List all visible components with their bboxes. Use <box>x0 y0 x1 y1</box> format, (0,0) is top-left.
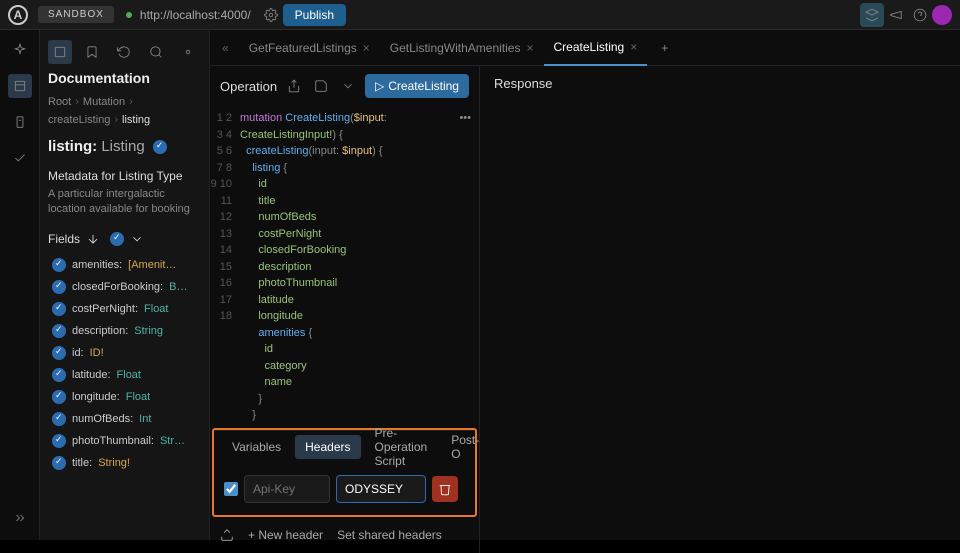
delete-header-button[interactable] <box>432 476 458 502</box>
gear-icon[interactable] <box>176 40 200 64</box>
field-check-icon[interactable] <box>52 412 66 426</box>
tab-CreateListing[interactable]: CreateListing× <box>544 30 648 66</box>
code-editor[interactable]: 1 2 3 4 5 6 7 8 9 10 11 12 13 14 15 16 1… <box>210 106 479 428</box>
apollo-logo: A <box>8 5 28 25</box>
field-check-icon[interactable] <box>52 434 66 448</box>
tabs-row: « GetFeaturedListings×GetListingWithAmen… <box>210 30 960 66</box>
header-value-input[interactable] <box>336 475 426 503</box>
announce-icon[interactable] <box>884 3 908 27</box>
publish-button[interactable]: Publish <box>283 4 346 26</box>
doc-view-icon[interactable] <box>48 40 72 64</box>
field-check-icon[interactable] <box>52 390 66 404</box>
fields-check-icon[interactable] <box>110 232 124 246</box>
new-tab-button[interactable]: + <box>651 41 678 55</box>
field-item[interactable]: photoThumbnail: Str… <box>48 430 201 452</box>
fields-heading: Fields <box>48 232 201 246</box>
metadata-heading: Metadata for Listing Type <box>48 169 201 183</box>
layers-icon[interactable] <box>860 3 884 27</box>
new-header-link[interactable]: + New header <box>248 528 323 542</box>
bottom-tab-pre-operation-script[interactable]: Pre-Operation Script <box>365 421 438 473</box>
editor-overflow-icon[interactable]: ••• <box>459 112 471 124</box>
share-icon[interactable] <box>283 74 304 98</box>
field-item[interactable]: title: String! <box>48 452 201 474</box>
field-item[interactable]: id: ID! <box>48 342 201 364</box>
field-check-icon[interactable] <box>52 324 66 338</box>
type-heading: listing: Listing <box>48 138 201 155</box>
close-tab-icon[interactable]: × <box>630 40 637 54</box>
help-icon[interactable] <box>908 3 932 27</box>
settings-icon[interactable] <box>259 3 283 27</box>
breadcrumb[interactable]: Root›Mutation› <box>48 96 201 108</box>
endpoint-url[interactable]: http://localhost:4000/ <box>140 8 251 22</box>
response-panel: Response <box>480 66 960 553</box>
operation-title: Operation <box>220 79 277 94</box>
field-item[interactable]: description: String <box>48 320 201 342</box>
import-icon[interactable] <box>220 528 234 542</box>
field-check-icon[interactable] <box>52 280 66 294</box>
metadata-description: A particular intergalactic location avai… <box>48 187 201 218</box>
response-heading: Response <box>494 76 946 91</box>
header-enabled-checkbox[interactable] <box>224 482 238 496</box>
field-item[interactable]: latitude: Float <box>48 364 201 386</box>
close-tab-icon[interactable]: × <box>363 41 370 55</box>
bookmark-icon[interactable] <box>80 40 104 64</box>
left-rail <box>0 30 40 540</box>
op-menu-icon[interactable] <box>338 74 359 98</box>
sort-icon[interactable] <box>86 232 100 246</box>
rail-check-icon[interactable] <box>8 146 32 170</box>
rail-collapse-icon[interactable] <box>8 506 32 530</box>
connection-status-dot <box>126 12 132 18</box>
field-check-icon[interactable] <box>52 456 66 470</box>
fields-list: amenities: [Amenit…closedForBooking: B…c… <box>48 254 201 474</box>
documentation-panel: Documentation Root›Mutation› createListi… <box>40 30 210 540</box>
set-shared-headers-link[interactable]: Set shared headers <box>337 528 442 542</box>
user-avatar[interactable] <box>932 5 952 25</box>
field-item[interactable]: longitude: Float <box>48 386 201 408</box>
headers-highlight-box: VariablesHeadersPre-Operation ScriptPost… <box>212 428 477 517</box>
bottom-actions: + New header Set shared headers <box>210 517 479 553</box>
field-check-icon[interactable] <box>52 302 66 316</box>
tab-GetListingWithAmenities[interactable]: GetListingWithAmenities× <box>380 30 544 66</box>
bottom-tabs: VariablesHeadersPre-Operation ScriptPost… <box>214 431 475 463</box>
rail-sparkle-icon[interactable] <box>8 38 32 62</box>
rail-diff-icon[interactable] <box>8 110 32 134</box>
field-item[interactable]: closedForBooking: B… <box>48 276 201 298</box>
top-bar: A SANDBOX http://localhost:4000/ Publish <box>0 0 960 30</box>
field-check-icon[interactable] <box>52 258 66 272</box>
rail-explorer-icon[interactable] <box>8 74 32 98</box>
tab-GetFeaturedListings[interactable]: GetFeaturedListings× <box>239 30 380 66</box>
field-item[interactable]: costPerNight: Float <box>48 298 201 320</box>
breadcrumb-2[interactable]: createListing›listing <box>48 114 201 126</box>
field-check-icon[interactable] <box>52 368 66 382</box>
field-check-icon[interactable] <box>52 346 66 360</box>
header-key-input[interactable] <box>244 475 330 503</box>
field-item[interactable]: numOfBeds: Int <box>48 408 201 430</box>
run-operation-button[interactable]: ▷ CreateListing <box>365 74 469 98</box>
tabs-scroll-left-icon[interactable]: « <box>222 41 229 55</box>
history-icon[interactable] <box>112 40 136 64</box>
field-item[interactable]: amenities: [Amenit… <box>48 254 201 276</box>
operation-header: Operation ▷ CreateListing <box>210 66 479 106</box>
search-icon[interactable] <box>144 40 168 64</box>
bottom-tab-headers[interactable]: Headers <box>295 435 360 459</box>
doc-title: Documentation <box>48 70 201 86</box>
bottom-tab-variables[interactable]: Variables <box>222 435 291 459</box>
verified-icon <box>153 140 167 154</box>
save-icon[interactable] <box>310 74 331 98</box>
close-tab-icon[interactable]: × <box>526 41 533 55</box>
chevron-down-icon[interactable] <box>130 232 144 246</box>
sandbox-badge: SANDBOX <box>38 6 114 23</box>
